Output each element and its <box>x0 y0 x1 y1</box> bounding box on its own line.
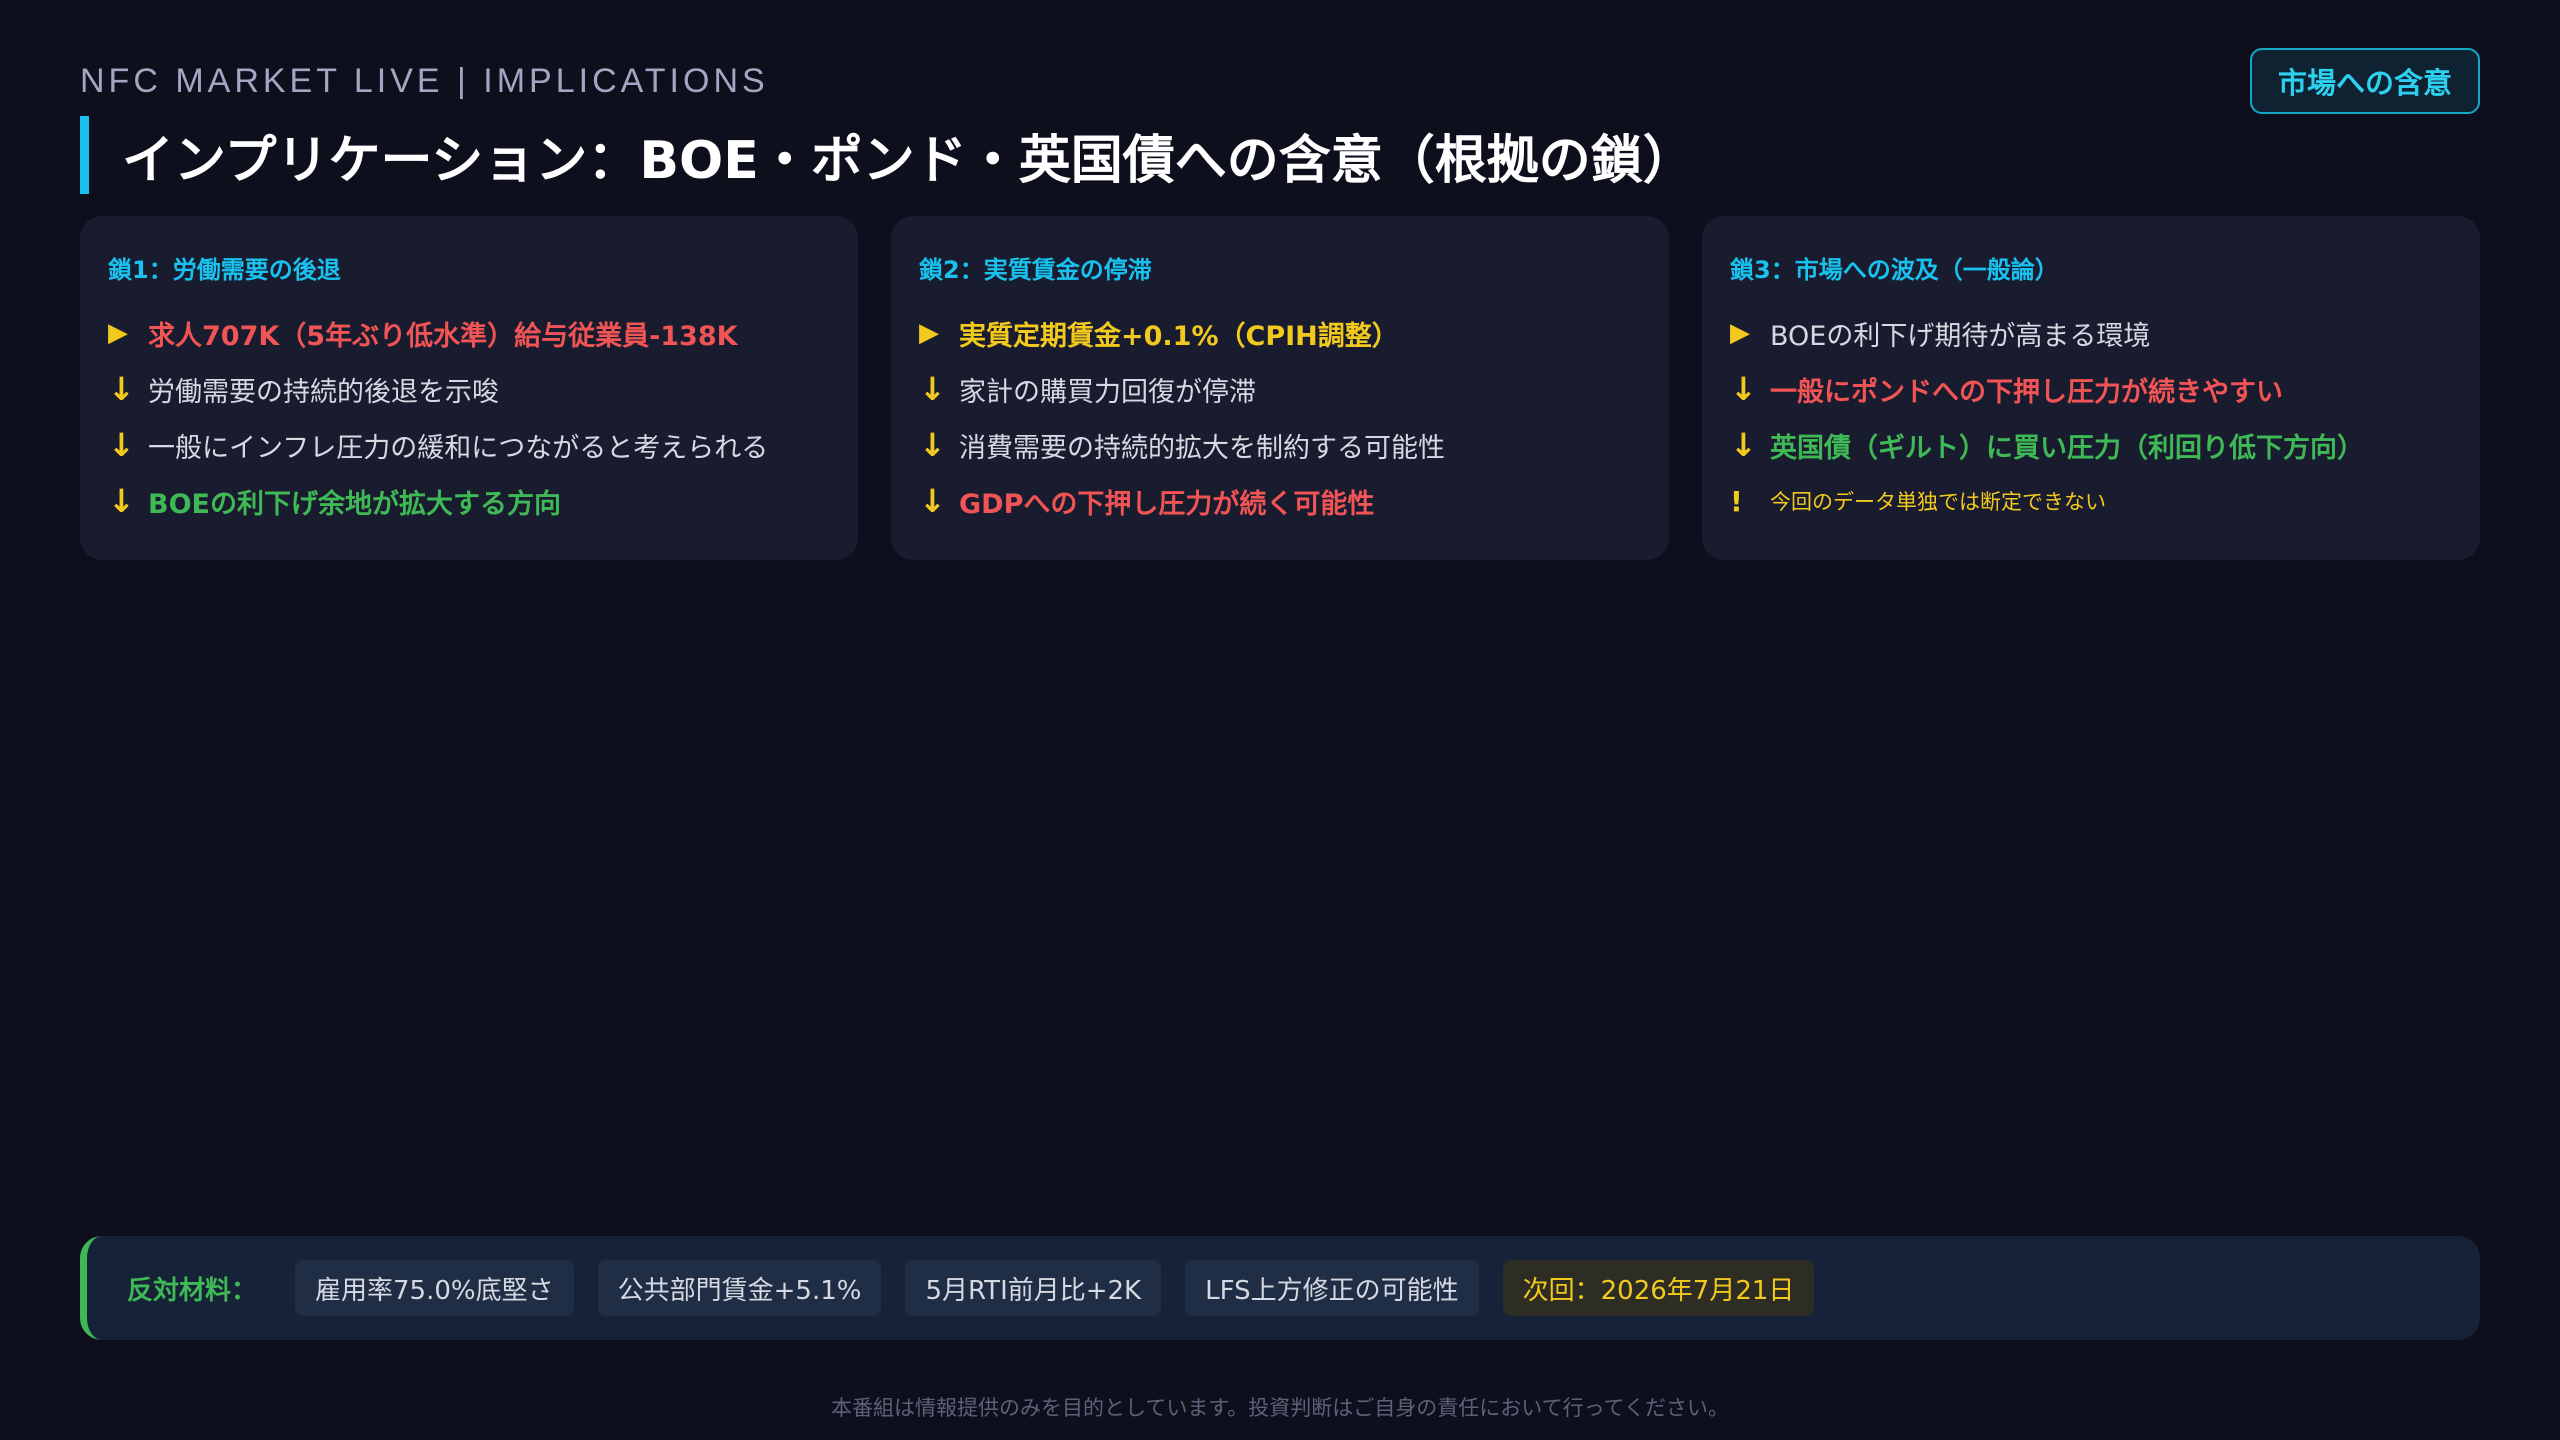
chain-row: ↓ 労働需要の持続的後退を示唆 <box>108 361 830 417</box>
page-title: インプリケーション：BOE・ポンド・英国債への含意（根拠の鎖） <box>122 131 1695 191</box>
chain-row: ▶ BOEの利下げ期待が高まる環境 <box>1730 305 2452 361</box>
chain-text: 求人707K（5年ぶり低水準）給与従業員-138K <box>148 320 738 352</box>
chain-row: ↓ BOEの利下げ余地が拡大する方向 <box>108 473 830 529</box>
chain-row: ! 今回のデータ単独では断定できない <box>1730 473 2452 529</box>
chain-row: ↓ 一般にポンドへの下押し圧力が続きやすい <box>1730 361 2452 417</box>
slide: NFC MARKET LIVE | IMPLICATIONS 市場への含意 イン… <box>0 0 2560 1440</box>
down-arrow-icon: ↓ <box>919 426 946 464</box>
chain-row: ▶ 求人707K（5年ぶり低水準）給与従業員-138K <box>108 305 830 361</box>
chain-row: ↓ 英国債（ギルト）に買い圧力（利回り低下方向） <box>1730 417 2452 473</box>
chain-text: 英国債（ギルト）に買い圧力（利回り低下方向） <box>1770 432 2364 464</box>
down-arrow-icon: ↓ <box>108 482 135 520</box>
chain-card-2: 鎖2：実質賃金の停滞 ▶ 実質定期賃金+0.1%（CPIH調整） ↓ 家計の購買… <box>891 216 1669 560</box>
chain-row: ↓ 家計の購買力回復が停滞 <box>919 361 1641 417</box>
play-arrow-icon: ▶ <box>108 318 128 348</box>
play-arrow-icon: ▶ <box>1730 318 1750 348</box>
card-heading: 鎖2：実質賃金の停滞 <box>919 256 1152 284</box>
down-arrow-icon: ↓ <box>1730 426 1757 464</box>
chain-text: GDPへの下押し圧力が続く可能性 <box>959 488 1375 520</box>
counter-chip: 公共部門賃金+5.1% <box>597 1260 882 1316</box>
kicker: NFC MARKET LIVE | IMPLICATIONS <box>80 62 769 100</box>
next-release-chip: 次回：2026年7月21日 <box>1502 1260 1815 1316</box>
chain-text: BOEの利下げ期待が高まる環境 <box>1770 320 2151 352</box>
chain-card-3: 鎖3：市場への波及（一般論） ▶ BOEの利下げ期待が高まる環境 ↓ 一般にポン… <box>1702 216 2480 560</box>
counter-evidence-bar: 反対材料： 雇用率75.0%底堅さ 公共部門賃金+5.1% 5月RTI前月比+2… <box>80 1236 2480 1340</box>
card-heading: 鎖3：市場への波及（一般論） <box>1730 256 2059 284</box>
chain-text: 消費需要の持続的拡大を制約する可能性 <box>959 432 1445 464</box>
down-arrow-icon: ↓ <box>919 482 946 520</box>
chain-text: 一般にポンドへの下押し圧力が続きやすい <box>1770 376 2283 408</box>
title-accent-bar <box>80 116 89 194</box>
chain-row: ↓ 一般にインフレ圧力の緩和につながると考えられる <box>108 417 830 473</box>
down-arrow-icon: ↓ <box>1730 370 1757 408</box>
chain-row: ▶ 実質定期賃金+0.1%（CPIH調整） <box>919 305 1641 361</box>
chain-text: 一般にインフレ圧力の緩和につながると考えられる <box>148 432 769 464</box>
counter-label: 反対材料： <box>127 1275 258 1306</box>
play-arrow-icon: ▶ <box>919 318 939 348</box>
chain-text: 実質定期賃金+0.1%（CPIH調整） <box>959 320 1399 352</box>
counter-chip: 5月RTI前月比+2K <box>905 1260 1162 1316</box>
chain-text: BOEの利下げ余地が拡大する方向 <box>148 488 561 520</box>
down-arrow-icon: ↓ <box>919 370 946 408</box>
warning-icon: ! <box>1730 484 1743 518</box>
counter-chip: LFS上方修正の可能性 <box>1185 1260 1479 1316</box>
disclaimer: 本番組は情報提供のみを目的としています。投資判断はご自身の責任において行ってくだ… <box>831 1396 1729 1420</box>
chain-row: ↓ 消費需要の持続的拡大を制約する可能性 <box>919 417 1641 473</box>
chain-text: 労働需要の持続的後退を示唆 <box>148 376 499 408</box>
section-badge: 市場への含意 <box>2249 48 2480 114</box>
chain-note: 今回のデータ単独では断定できない <box>1770 490 2106 514</box>
down-arrow-icon: ↓ <box>108 426 135 464</box>
chain-row: ↓ GDPへの下押し圧力が続く可能性 <box>919 473 1641 529</box>
chain-text: 家計の購買力回復が停滞 <box>959 376 1256 408</box>
counter-chip: 雇用率75.0%底堅さ <box>295 1260 574 1316</box>
down-arrow-icon: ↓ <box>108 370 135 408</box>
chain-card-1: 鎖1：労働需要の後退 ▶ 求人707K（5年ぶり低水準）給与従業員-138K ↓… <box>80 216 858 560</box>
card-heading: 鎖1：労働需要の後退 <box>108 256 341 284</box>
chain-cards: 鎖1：労働需要の後退 ▶ 求人707K（5年ぶり低水準）給与従業員-138K ↓… <box>80 216 2480 560</box>
